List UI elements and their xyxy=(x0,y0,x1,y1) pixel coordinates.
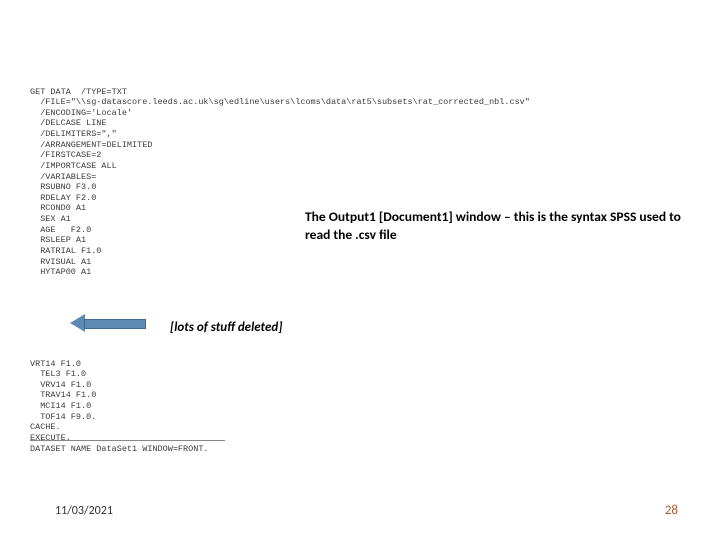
footer-page-number: 28 xyxy=(665,503,678,518)
slide-container: GET DATA /TYPE=TXT /FILE="\\sg-datascore… xyxy=(0,0,720,540)
arrow-head xyxy=(70,314,85,332)
spss-syntax-top: GET DATA /TYPE=TXT /FILE="\\sg-datascore… xyxy=(30,87,530,278)
output-caption: The Output1 [Document1] window – this is… xyxy=(305,208,685,243)
arrow-shaft xyxy=(84,319,146,329)
footer-date: 11/03/2021 xyxy=(55,504,113,518)
deleted-note: [lots of stuff deleted] xyxy=(170,320,282,335)
code-underline xyxy=(30,440,225,441)
arrow-left-icon xyxy=(70,314,150,332)
